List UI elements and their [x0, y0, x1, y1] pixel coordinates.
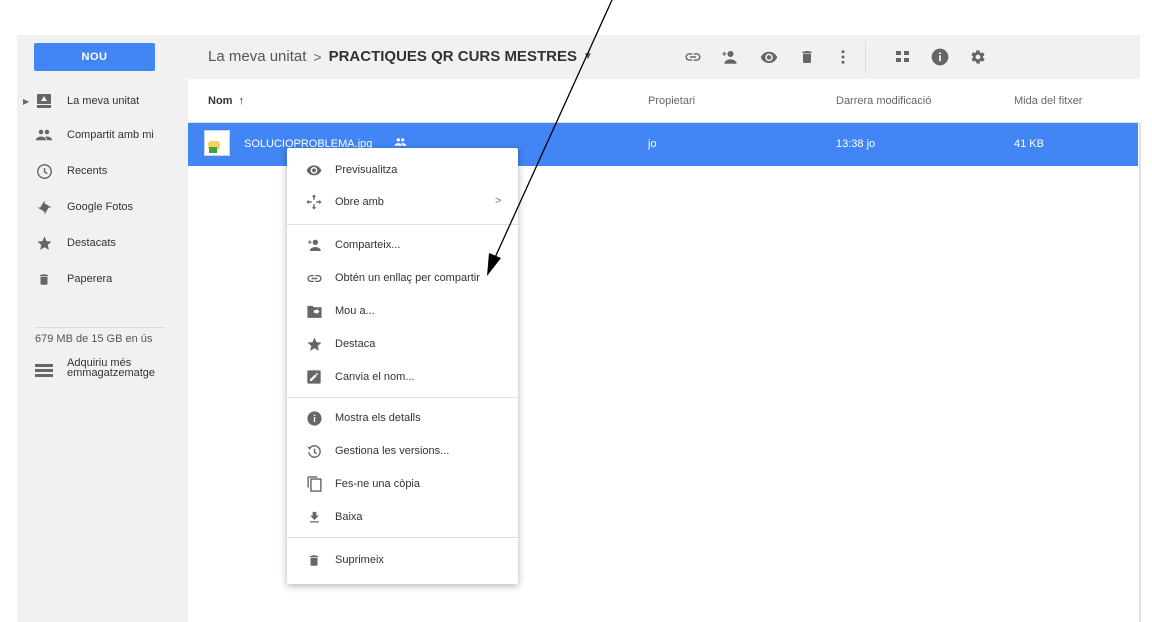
menu-item-rename[interactable]: Canvia el nom...: [287, 361, 518, 393]
eye-icon: [305, 161, 323, 179]
buy-storage-label: Adquiriu més emmagatzematge: [67, 357, 156, 379]
menu-item-label: Fes-ne una còpia: [335, 478, 420, 490]
more-vert-icon[interactable]: [829, 43, 857, 71]
column-header-modified[interactable]: Darrera modificació: [836, 95, 931, 107]
trash-icon: [305, 551, 323, 569]
menu-item-share[interactable]: Comparteix...: [287, 229, 518, 261]
menu-item-get-link[interactable]: Obtén un enllaç per compartir: [287, 262, 518, 294]
link-icon: [305, 269, 323, 287]
star-icon: [305, 335, 323, 353]
menu-item-label: Obtén un enllaç per compartir: [335, 272, 480, 284]
menu-item-label: Previsualitza: [335, 164, 398, 176]
column-header-size[interactable]: Mida del fitxer: [1014, 95, 1082, 107]
menu-item-label: Mostra els detalls: [335, 412, 421, 424]
breadcrumb-separator: >: [313, 48, 322, 65]
breadcrumb-current-folder[interactable]: PRACTIQUES QR CURS MESTRES: [329, 48, 577, 65]
image-thumbnail-icon: [204, 130, 230, 156]
info-icon[interactable]: [926, 43, 954, 71]
history-icon: [305, 442, 323, 460]
menu-item-manage-versions[interactable]: Gestiona les versions...: [287, 435, 518, 467]
info-icon: [305, 409, 323, 427]
menu-item-download[interactable]: Baixa: [287, 501, 518, 533]
menu-item-label: Obre amb: [335, 196, 384, 208]
column-header-name[interactable]: Nom ↑: [208, 95, 244, 107]
context-menu: Previsualitza Obre amb > Comparteix... O…: [287, 148, 518, 584]
settings-icon[interactable]: [964, 43, 992, 71]
scrollbar-track[interactable]: [1139, 123, 1141, 622]
file-size: 41 KB: [1014, 138, 1044, 150]
menu-item-label: Destaca: [335, 338, 376, 350]
divider: [35, 327, 165, 328]
sidebar-item-label: Compartit amb mi: [67, 129, 154, 141]
chevron-down-icon[interactable]: ▼: [583, 51, 593, 62]
sidebar-item-my-drive[interactable]: ▶ La meva unitat: [17, 85, 188, 117]
sidebar-item-label: Paperera: [67, 273, 113, 285]
column-header-owner[interactable]: Propietari: [648, 95, 695, 107]
expand-arrow-icon[interactable]: ▶: [23, 97, 29, 106]
menu-divider: [287, 397, 518, 398]
chevron-right-icon: >: [495, 195, 502, 207]
menu-divider: [287, 224, 518, 225]
people-icon: [35, 126, 53, 144]
sidebar-item-trash[interactable]: Paperera: [17, 263, 188, 295]
menu-item-label: Canvia el nom...: [335, 371, 415, 383]
move-folder-icon: [305, 302, 323, 320]
drive-icon: [35, 92, 53, 110]
trash-icon[interactable]: [793, 43, 821, 71]
download-icon: [305, 508, 323, 526]
breadcrumb: La meva unitat > PRACTIQUES QR CURS MEST…: [208, 48, 593, 65]
breadcrumb-root[interactable]: La meva unitat: [208, 48, 306, 65]
sidebar-item-starred[interactable]: Destacats: [17, 227, 188, 259]
menu-item-label: Comparteix...: [335, 239, 401, 251]
add-person-icon[interactable]: [715, 43, 743, 71]
sidebar-item-shared-with-me[interactable]: Compartit amb mi: [17, 119, 188, 151]
grid-view-icon[interactable]: [889, 43, 917, 71]
sidebar: ▶ La meva unitat Compartit amb mi Recent…: [17, 79, 188, 622]
menu-item-show-details[interactable]: Mostra els detalls: [287, 402, 518, 434]
open-with-icon: [305, 193, 323, 211]
menu-item-label: Mou a...: [335, 305, 375, 317]
menu-item-label: Baixa: [335, 511, 363, 523]
list-header: Nom ↑ Propietari Darrera modificació Mida…: [188, 79, 1140, 123]
file-modified: 13:38 jo: [836, 138, 876, 150]
menu-item-open-with[interactable]: Obre amb >: [287, 186, 518, 218]
menu-item-move-to[interactable]: Mou a...: [287, 295, 518, 327]
sidebar-item-label: Google Fotos: [67, 201, 134, 213]
pinwheel-icon: [35, 198, 53, 216]
copy-icon: [305, 475, 323, 493]
preview-icon[interactable]: [755, 43, 783, 71]
add-person-icon: [305, 236, 323, 254]
top-toolbar: NOU La meva unitat > PRACTIQUES QR CURS …: [17, 35, 1140, 79]
menu-item-star[interactable]: Destaca: [287, 328, 518, 360]
star-icon: [35, 234, 53, 252]
trash-icon: [35, 270, 53, 288]
toolbar-divider: [865, 41, 866, 73]
file-owner: jo: [648, 138, 657, 150]
sort-arrow-icon[interactable]: ↑: [238, 95, 244, 107]
sidebar-item-label: Destacats: [67, 237, 116, 249]
sidebar-item-google-photos[interactable]: Google Fotos: [17, 191, 188, 223]
new-button[interactable]: NOU: [34, 43, 155, 71]
buy-storage-link[interactable]: Adquiriu més emmagatzematge: [17, 358, 188, 388]
storage-usage: 679 MB de 15 GB en ús: [35, 333, 153, 345]
sidebar-item-label: Recents: [67, 165, 108, 177]
edit-icon: [305, 368, 323, 386]
sidebar-item-label: La meva unitat: [67, 95, 140, 107]
menu-item-delete[interactable]: Suprimeix: [287, 544, 518, 576]
menu-item-label: Suprimeix: [335, 554, 384, 566]
link-icon[interactable]: [679, 43, 707, 71]
storage-icon: [35, 363, 53, 381]
sidebar-item-recent[interactable]: Recents: [17, 155, 188, 187]
menu-item-preview[interactable]: Previsualitza: [287, 154, 518, 186]
clock-icon: [35, 162, 53, 180]
menu-divider: [287, 537, 518, 538]
menu-item-make-copy[interactable]: Fes-ne una còpia: [287, 468, 518, 500]
menu-item-label: Gestiona les versions...: [335, 445, 450, 457]
